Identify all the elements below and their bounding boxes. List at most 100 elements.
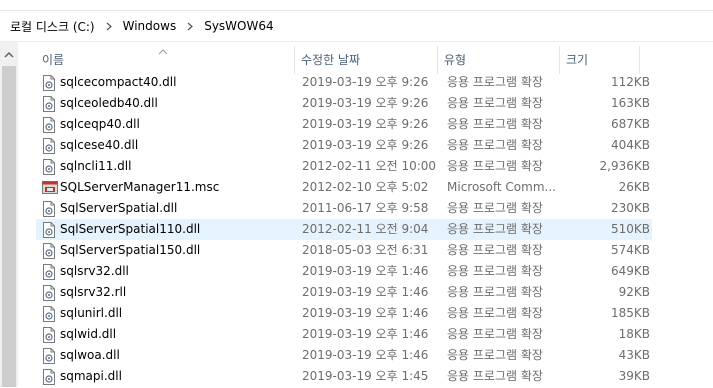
chevron-right-icon[interactable] bbox=[106, 22, 112, 31]
file-type: 응용 프로그램 확장 bbox=[447, 201, 543, 215]
column-header-date[interactable]: 수정한 날짜 bbox=[295, 42, 438, 74]
file-date: 2019-03-19 오후 1:46 bbox=[302, 285, 429, 299]
file-type: 응용 프로그램 확장 bbox=[447, 327, 543, 341]
file-row[interactable]: sqlsrv32.rll 2019-03-19 오후 1:46 응용 프로그램 확장… bbox=[36, 282, 652, 303]
file-date: 2019-03-19 오후 9:26 bbox=[302, 96, 429, 110]
file-type: 응용 프로그램 확장 bbox=[447, 306, 543, 320]
file-name: SqlServerSpatial110.dll bbox=[60, 222, 201, 236]
file-type: 응용 프로그램 확장 bbox=[447, 117, 543, 131]
file-row[interactable]: SqlServerSpatial.dll 2011-06-17 오후 9:58 응용… bbox=[36, 198, 652, 219]
file-date: 2011-06-17 오후 9:58 bbox=[302, 201, 429, 215]
file-date: 2019-03-19 오후 1:46 bbox=[302, 327, 429, 341]
file-name: sqmapi.dll bbox=[60, 369, 122, 383]
file-size: 2,936KB bbox=[599, 159, 650, 173]
file-size: 39KB bbox=[618, 369, 650, 383]
file-row[interactable]: sqlcese40.dll 2019-03-19 오후 9:26 응용 프로그램 확… bbox=[36, 135, 652, 156]
file-size: 112KB bbox=[610, 75, 650, 89]
file-row[interactable]: sqmapi.dll 2019-03-19 오후 1:45 응용 프로그램 확장 39… bbox=[36, 366, 652, 387]
file-name: sqlsrv32.rll bbox=[60, 285, 127, 299]
file-date: 2012-02-11 오전 10:00 bbox=[302, 159, 437, 173]
file-type: 응용 프로그램 확장 bbox=[447, 243, 543, 257]
file-size: 92KB bbox=[618, 285, 650, 299]
file-row[interactable]: SQLServerManager11.msc 2012-02-10 오후 5:02… bbox=[36, 177, 652, 198]
column-header-name-label: 이름 bbox=[42, 53, 65, 67]
column-divider[interactable] bbox=[639, 46, 640, 74]
breadcrumb-item-local-disk[interactable]: 로컬 디스크 (C:) bbox=[8, 18, 97, 35]
scroll-up-arrow-icon[interactable] bbox=[4, 48, 14, 58]
file-size: 230KB bbox=[610, 201, 650, 215]
dll-file-icon bbox=[42, 96, 56, 112]
dll-file-icon bbox=[42, 264, 56, 280]
file-name: sqlunirl.dll bbox=[60, 306, 123, 320]
dll-file-icon bbox=[42, 117, 56, 133]
file-name: SQLServerManager11.msc bbox=[60, 180, 220, 194]
file-name: sqlceqp40.dll bbox=[60, 117, 140, 131]
dll-file-icon bbox=[42, 201, 56, 217]
file-row[interactable]: SqlServerSpatial150.dll 2018-05-03 오전 6:3… bbox=[36, 240, 652, 261]
file-date: 2019-03-19 오후 9:26 bbox=[302, 75, 429, 89]
dll-file-icon bbox=[42, 75, 56, 91]
file-date: 2012-02-11 오전 9:04 bbox=[302, 222, 429, 236]
file-size: 18KB bbox=[618, 327, 650, 341]
chevron-right-icon[interactable] bbox=[187, 22, 194, 31]
file-size: 404KB bbox=[610, 138, 650, 152]
breadcrumb: 로컬 디스크 (C:) Windows SysWOW64 bbox=[0, 11, 713, 42]
dll-file-icon bbox=[42, 285, 56, 301]
file-size: 574KB bbox=[610, 243, 650, 257]
dll-file-icon bbox=[42, 159, 56, 175]
file-row[interactable]: sqlceqp40.dll 2019-03-19 오후 9:26 응용 프로그램 확… bbox=[36, 114, 652, 135]
file-size: 26KB bbox=[618, 180, 650, 194]
file-size: 649KB bbox=[610, 264, 650, 278]
breadcrumb-item-syswow64[interactable]: SysWOW64 bbox=[202, 19, 275, 33]
file-name: sqlwid.dll bbox=[60, 327, 117, 341]
file-date: 2019-03-19 오후 1:46 bbox=[302, 306, 429, 320]
file-type: 응용 프로그램 확장 bbox=[447, 138, 543, 152]
file-size: 510KB bbox=[610, 222, 650, 236]
file-type: 응용 프로그램 확장 bbox=[447, 96, 543, 110]
file-name: SqlServerSpatial150.dll bbox=[60, 243, 201, 257]
file-row[interactable]: sqlncli11.dll 2012-02-11 오전 10:00 응용 프로그램 … bbox=[36, 156, 652, 177]
file-list: sqlcecompact40.dll 2019-03-19 오후 9:26 응용 프… bbox=[18, 72, 713, 387]
dll-file-icon bbox=[42, 306, 56, 322]
file-type: 응용 프로그램 확장 bbox=[447, 222, 543, 236]
file-type: 응용 프로그램 확장 bbox=[447, 369, 543, 383]
file-row[interactable]: sqlwid.dll 2019-03-19 오후 1:46 응용 프로그램 확장 18… bbox=[36, 324, 652, 345]
column-header-name[interactable]: 이름 bbox=[36, 42, 295, 74]
file-date: 2019-03-19 오후 9:26 bbox=[302, 117, 429, 131]
file-date: 2012-02-10 오후 5:02 bbox=[302, 180, 429, 194]
file-name: sqlcese40.dll bbox=[60, 138, 139, 152]
column-header-type-label: 유형 bbox=[444, 53, 467, 67]
file-name: sqlncli11.dll bbox=[60, 159, 132, 173]
file-row[interactable]: sqlceoledb40.dll 2019-03-19 오후 9:26 응용 프로그… bbox=[36, 93, 652, 114]
scrollbar-thumb[interactable] bbox=[2, 66, 16, 387]
file-row[interactable]: sqlcecompact40.dll 2019-03-19 오후 9:26 응용 프… bbox=[36, 72, 652, 93]
file-size: 687KB bbox=[610, 117, 650, 131]
dll-file-icon bbox=[42, 243, 56, 259]
file-date: 2019-03-19 오후 1:45 bbox=[302, 369, 429, 383]
file-size: 163KB bbox=[610, 96, 650, 110]
file-date: 2019-03-19 오후 9:26 bbox=[302, 138, 429, 152]
column-header-date-label: 수정한 날짜 bbox=[301, 53, 361, 67]
file-size: 185KB bbox=[610, 306, 650, 320]
dll-file-icon bbox=[42, 138, 56, 154]
file-row[interactable]: SqlServerSpatial110.dll 2012-02-11 오전 9:0… bbox=[36, 219, 652, 240]
file-type: 응용 프로그램 확장 bbox=[447, 285, 543, 299]
vertical-scrollbar[interactable] bbox=[0, 42, 18, 387]
dll-file-icon bbox=[42, 369, 56, 385]
file-name: sqlsrv32.dll bbox=[60, 264, 129, 278]
column-header-size[interactable]: 크기 bbox=[560, 42, 640, 74]
msc-file-icon bbox=[42, 180, 58, 196]
column-header-size-label: 크기 bbox=[566, 53, 589, 67]
column-header-type[interactable]: 유형 bbox=[438, 42, 560, 74]
file-row[interactable]: sqlsrv32.dll 2019-03-19 오후 1:46 응용 프로그램 확장… bbox=[36, 261, 652, 282]
file-name: sqlwoa.dll bbox=[60, 348, 120, 362]
file-type: 응용 프로그램 확장 bbox=[447, 264, 543, 278]
dll-file-icon bbox=[42, 222, 56, 238]
file-name: sqlceoledb40.dll bbox=[60, 96, 158, 110]
breadcrumb-item-windows[interactable]: Windows bbox=[121, 19, 179, 33]
file-row[interactable]: sqlwoa.dll 2019-03-19 오후 1:46 응용 프로그램 확장 43… bbox=[36, 345, 652, 366]
file-row[interactable]: sqlunirl.dll 2019-03-19 오후 1:46 응용 프로그램 확장… bbox=[36, 303, 652, 324]
file-type: 응용 프로그램 확장 bbox=[447, 75, 543, 89]
file-type: Microsoft Comm... bbox=[447, 180, 556, 194]
file-type: 응용 프로그램 확장 bbox=[447, 159, 543, 173]
